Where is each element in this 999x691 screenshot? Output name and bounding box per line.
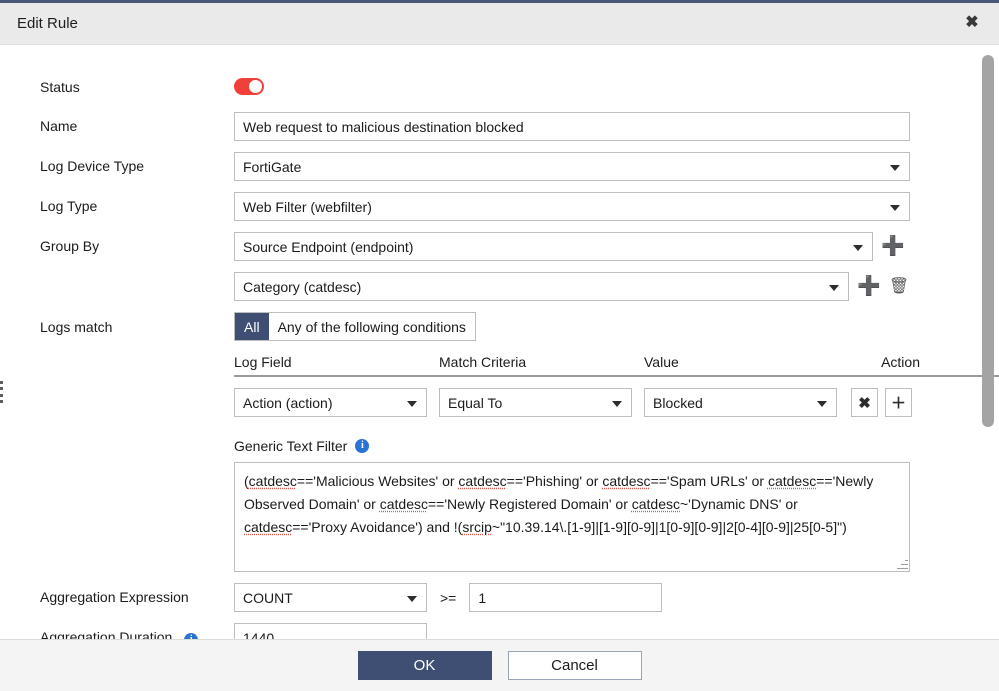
conditions-table-header: Log Field Match Criteria Value Action	[234, 354, 999, 377]
aggregation-threshold-input[interactable]	[469, 583, 662, 612]
condition-log-field-value: Action (action)	[243, 395, 332, 411]
group-by-select-2[interactable]: Category (catdesc)	[234, 272, 849, 301]
chevron-down-icon	[817, 401, 827, 407]
edit-rule-dialog: Edit Rule ✖ Status Name	[0, 0, 999, 691]
grip-dot	[0, 387, 3, 390]
log-device-type-value: FortiGate	[243, 159, 301, 175]
group-by-value-1: Source Endpoint (endpoint)	[243, 239, 413, 255]
condition-value-select[interactable]: Blocked	[644, 388, 837, 417]
column-header-action: Action	[848, 354, 920, 370]
grip-dot	[0, 400, 3, 403]
logs-match-segmented-control: All Any of the following conditions	[234, 312, 476, 341]
chevron-down-icon	[612, 401, 622, 407]
chevron-down-icon	[407, 596, 417, 602]
aggregation-duration-label: Aggregation Duration	[40, 629, 172, 639]
info-icon[interactable]: i	[355, 439, 369, 453]
grip-dot	[0, 394, 3, 397]
log-type-select[interactable]: Web Filter (webfilter)	[234, 192, 910, 221]
column-header-match-criteria: Match Criteria	[439, 354, 644, 370]
field-row-status: Status	[0, 73, 999, 101]
log-type-label: Log Type	[0, 192, 234, 220]
status-toggle[interactable]	[234, 78, 264, 95]
log-type-value: Web Filter (webfilter)	[243, 199, 372, 215]
column-header-value: Value	[644, 354, 848, 370]
aggregation-function-value: COUNT	[243, 590, 293, 606]
dialog-body: Status Name Log Device Type	[0, 45, 999, 639]
name-label: Name	[0, 112, 234, 140]
generic-text-filter-label: Generic Text Filter	[234, 438, 347, 454]
segment-all[interactable]: All	[235, 313, 269, 340]
chevron-down-icon	[890, 205, 900, 211]
dialog-footer: OK Cancel	[0, 639, 999, 691]
condition-match-criteria-value: Equal To	[448, 395, 502, 411]
aggregation-expression-label: Aggregation Expression	[0, 583, 234, 611]
log-device-type-select[interactable]: FortiGate	[234, 152, 910, 181]
field-row-logs-match: Logs match All Any of the following cond…	[0, 312, 999, 572]
dialog-scrollbar[interactable]	[982, 49, 994, 635]
panel-drag-handle[interactable]	[0, 381, 5, 403]
cancel-button[interactable]: Cancel	[508, 651, 642, 680]
name-input[interactable]	[234, 112, 910, 141]
group-by-delete-icon[interactable]: 🗑	[891, 273, 907, 301]
condition-match-criteria-select[interactable]: Equal To	[439, 388, 632, 417]
aggregation-function-select[interactable]: COUNT	[234, 583, 427, 612]
spellcheck-token: catdesc	[249, 473, 297, 489]
toggle-knob	[249, 80, 262, 93]
generic-text-filter-textarea[interactable]: (catdesc=='Malicious Websites' or catdes…	[234, 462, 910, 572]
group-by-row: Category (catdesc) ➕ 🗑	[234, 272, 999, 301]
field-row-group-by: Group By Source Endpoint (endpoint) ➕	[0, 232, 999, 261]
spellcheck-token: catdesc	[602, 473, 650, 489]
chevron-down-icon	[407, 401, 417, 407]
field-row-name: Name	[0, 112, 999, 141]
spellcheck-token: catdesc	[768, 473, 816, 489]
field-row-aggregation-expression: Aggregation Expression COUNT >=	[0, 583, 999, 612]
chevron-down-icon	[890, 165, 900, 171]
log-device-type-label: Log Device Type	[0, 152, 234, 180]
group-by-row: Source Endpoint (endpoint) ➕	[234, 232, 999, 261]
group-by-add-icon[interactable]: ➕	[861, 273, 877, 301]
edit-rule-form: Status Name Log Device Type	[0, 45, 999, 639]
spellcheck-token: catdesc	[244, 519, 292, 535]
scrollbar-thumb[interactable]	[982, 55, 994, 427]
conditions-table: Log Field Match Criteria Value Action Ac…	[234, 354, 999, 417]
field-row-aggregation-duration: Aggregation Duration i	[0, 623, 999, 639]
aggregation-duration-input[interactable]	[234, 623, 427, 639]
dialog-titlebar: Edit Rule ✖	[0, 3, 999, 45]
chevron-down-icon	[829, 285, 839, 291]
group-by-select-1[interactable]: Source Endpoint (endpoint)	[234, 232, 873, 261]
aggregation-duration-label-row: Aggregation Duration i	[0, 623, 234, 639]
chevron-down-icon	[853, 245, 863, 251]
condition-value: Blocked	[653, 395, 703, 411]
segment-any[interactable]: Any of the following conditions	[269, 313, 475, 340]
spellcheck-token: catdesc	[632, 496, 680, 512]
logs-match-label: Logs match	[0, 312, 234, 342]
grip-dot	[0, 381, 3, 384]
condition-log-field-select[interactable]: Action (action)	[234, 388, 427, 417]
group-by-label: Group By	[0, 232, 234, 260]
spellcheck-token: catdesc	[380, 496, 428, 512]
condition-remove-icon[interactable]: ✖	[851, 388, 878, 417]
dialog-title: Edit Rule	[17, 15, 78, 32]
ok-button[interactable]: OK	[358, 651, 492, 680]
status-label: Status	[0, 73, 234, 101]
spellcheck-token: catdesc	[458, 473, 506, 489]
close-icon[interactable]: ✖	[962, 14, 982, 34]
column-header-log-field: Log Field	[234, 354, 439, 370]
generic-text-filter-label-row: Generic Text Filter i	[234, 438, 999, 454]
condition-row: Action (action) Equal To Blocked	[234, 388, 999, 417]
group-by-value-2: Category (catdesc)	[243, 279, 361, 295]
aggregation-operator: >=	[440, 590, 456, 606]
field-row-log-type: Log Type Web Filter (webfilter)	[0, 192, 999, 221]
field-row-group-by-2: Category (catdesc) ➕ 🗑	[0, 272, 999, 301]
spellcheck-token: srcip	[462, 519, 492, 535]
info-icon[interactable]: i	[184, 633, 198, 639]
field-row-log-device-type: Log Device Type FortiGate	[0, 152, 999, 181]
condition-add-icon[interactable]: ＋	[885, 388, 912, 417]
textarea-resize-handle[interactable]	[896, 558, 909, 571]
group-by-add-icon[interactable]: ➕	[885, 233, 901, 261]
aggregation-expression-row: COUNT >=	[234, 583, 999, 612]
